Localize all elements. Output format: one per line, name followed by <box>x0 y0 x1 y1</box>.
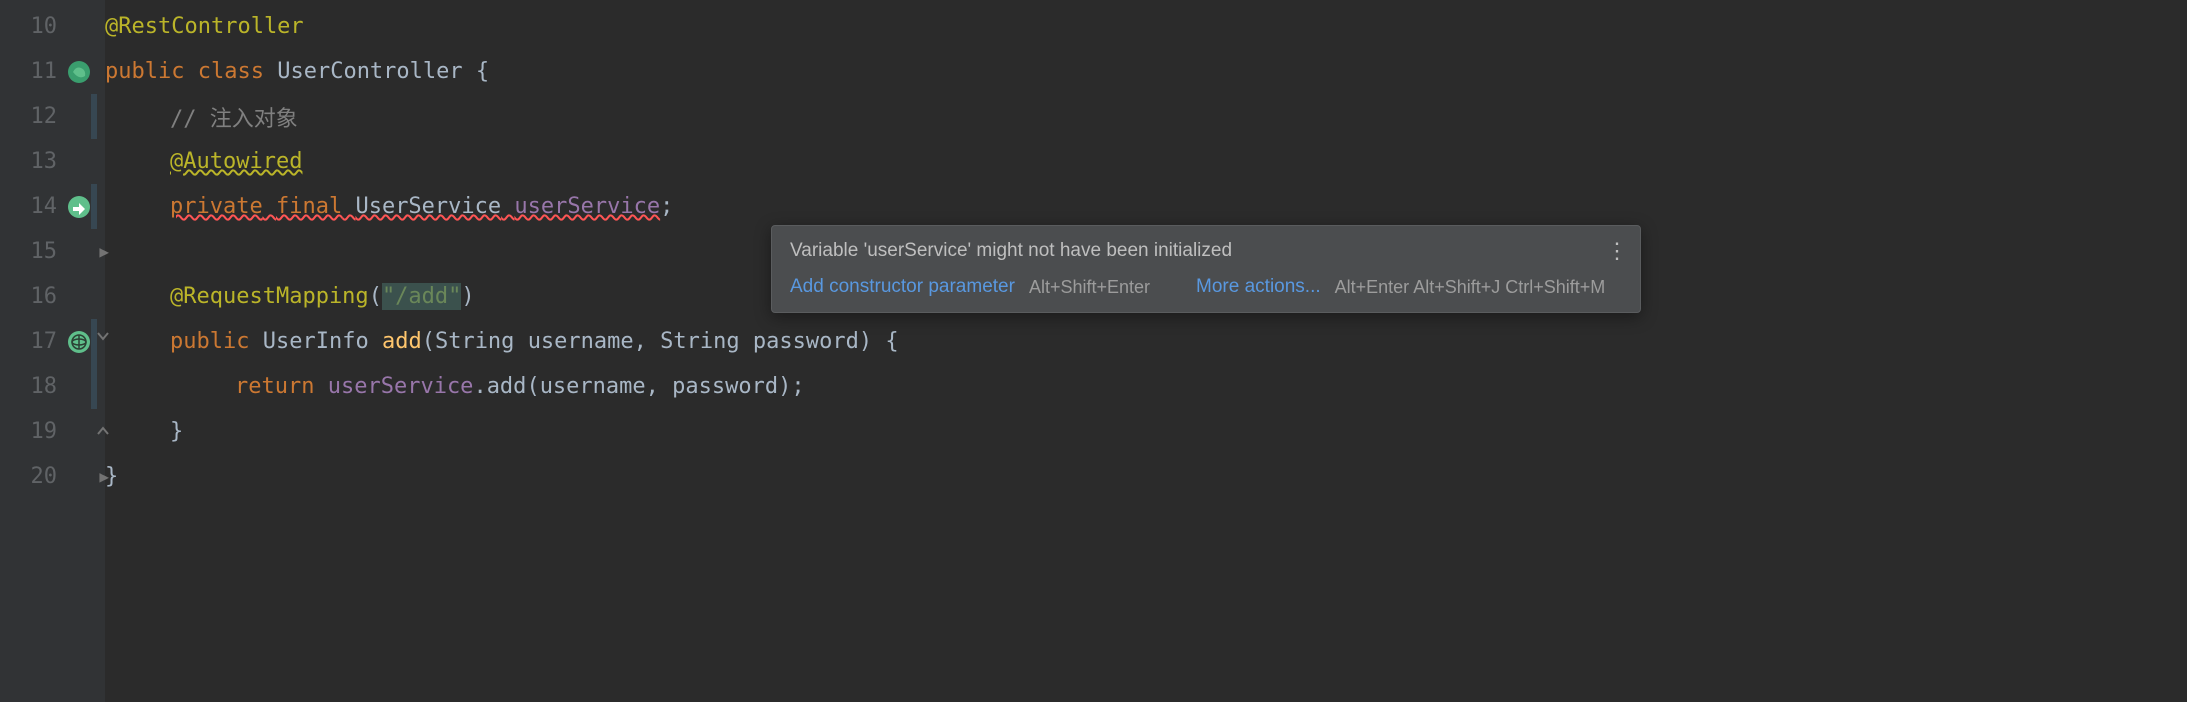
code-line[interactable]: } <box>105 454 2187 499</box>
gutter-row[interactable]: 18 <box>0 364 105 409</box>
spring-web-icon[interactable] <box>65 328 93 356</box>
code-line[interactable]: public UserInfo add(String username, Str… <box>105 319 2187 364</box>
code-line[interactable]: public class UserController { <box>105 49 2187 94</box>
brace-token: } <box>170 419 183 444</box>
annotation-token: @Autowired <box>170 149 302 174</box>
spring-inject-icon[interactable] <box>65 193 93 221</box>
type-token: UserService <box>355 194 501 219</box>
line-number: 19 <box>31 419 58 444</box>
change-marker <box>91 184 97 229</box>
punct-token: , <box>646 374 673 399</box>
inspection-tooltip: ⋮ Variable 'userService' might not have … <box>771 225 1641 313</box>
line-number: 16 <box>31 284 58 309</box>
line-number: 17 <box>31 329 58 354</box>
punct-token: ) <box>461 284 474 309</box>
change-marker <box>91 319 97 364</box>
gutter-row[interactable]: 13 <box>0 139 105 184</box>
line-number: 15 <box>31 239 58 264</box>
add-constructor-parameter-link[interactable]: Add constructor parameter <box>790 276 1015 298</box>
method-token: add <box>382 329 422 354</box>
spring-bean-icon[interactable] <box>65 58 93 86</box>
param-token: username <box>528 329 634 354</box>
code-line[interactable]: @Autowired <box>105 139 2187 184</box>
keyword-token: class <box>198 59 264 84</box>
more-options-icon[interactable]: ⋮ <box>1606 238 1626 264</box>
keyword-token: private <box>170 194 263 219</box>
punct-token: ( <box>369 284 382 309</box>
gutter-row[interactable]: 19 <box>0 409 105 454</box>
code-line[interactable]: // 注入对象 <box>105 94 2187 139</box>
keyword-token: final <box>276 194 342 219</box>
gutter-row[interactable]: 15 ▶ <box>0 229 105 274</box>
brace-token: } <box>105 464 118 489</box>
code-line[interactable]: } <box>105 409 2187 454</box>
line-number: 20 <box>31 464 58 489</box>
gutter-row[interactable]: 11 <box>0 49 105 94</box>
line-number: 18 <box>31 374 58 399</box>
annotation-token: @RequestMapping <box>170 284 369 309</box>
punct-token: , <box>634 329 661 354</box>
gutter-row[interactable]: 12 <box>0 94 105 139</box>
string-token: "/add" <box>382 283 461 310</box>
type-token: UserInfo <box>263 329 369 354</box>
code-editor: 10 11 12 13 14 15 ▶ 16 17 <box>0 0 2187 702</box>
gutter-row[interactable]: 17 <box>0 319 105 364</box>
gutter-row[interactable]: 14 <box>0 184 105 229</box>
code-area[interactable]: @RestController public class UserControl… <box>105 0 2187 702</box>
punct-token: ( <box>422 329 435 354</box>
tooltip-actions: Add constructor parameter Alt+Shift+Ente… <box>790 276 1622 298</box>
line-number: 13 <box>31 149 58 174</box>
punct-token: ; <box>660 194 673 219</box>
brace-token: { <box>476 59 489 84</box>
gutter: 10 11 12 13 14 15 ▶ 16 17 <box>0 0 105 702</box>
change-marker <box>91 364 97 409</box>
arg-token: username <box>540 374 646 399</box>
line-number: 12 <box>31 104 58 129</box>
punct-token: ); <box>778 374 805 399</box>
line-number: 11 <box>31 59 58 84</box>
type-token: String <box>660 329 739 354</box>
gutter-row[interactable]: 10 <box>0 4 105 49</box>
keyword-token: return <box>235 374 314 399</box>
gutter-row[interactable]: 20 ▶ <box>0 454 105 499</box>
code-line[interactable]: @RestController <box>105 4 2187 49</box>
change-marker <box>91 94 97 139</box>
field-token: userService <box>514 194 660 219</box>
field-token: userService <box>328 374 474 399</box>
shortcut-label: Alt+Shift+Enter <box>1029 277 1150 298</box>
punct-token: ) { <box>859 329 899 354</box>
line-number: 10 <box>31 14 58 39</box>
code-line[interactable]: private final UserService userService; <box>105 184 2187 229</box>
gutter-row[interactable]: 16 <box>0 274 105 319</box>
annotation-token: @RestController <box>105 14 304 39</box>
punct-token: ( <box>526 374 539 399</box>
comment-token: // 注入对象 <box>170 101 298 133</box>
type-token: String <box>435 329 514 354</box>
class-name-token: UserController <box>277 59 462 84</box>
shortcut-label: Alt+Enter Alt+Shift+J Ctrl+Shift+M <box>1335 277 1606 298</box>
keyword-token: public <box>170 329 249 354</box>
code-line[interactable]: return userService.add(username, passwor… <box>105 364 2187 409</box>
tooltip-message: Variable 'userService' might not have be… <box>790 240 1622 262</box>
line-number: 14 <box>31 194 58 219</box>
call-token: add <box>487 374 527 399</box>
punct-token: . <box>473 374 486 399</box>
keyword-token: public <box>105 59 184 84</box>
arg-token: password <box>672 374 778 399</box>
param-token: password <box>753 329 859 354</box>
more-actions-link[interactable]: More actions... <box>1196 276 1321 298</box>
